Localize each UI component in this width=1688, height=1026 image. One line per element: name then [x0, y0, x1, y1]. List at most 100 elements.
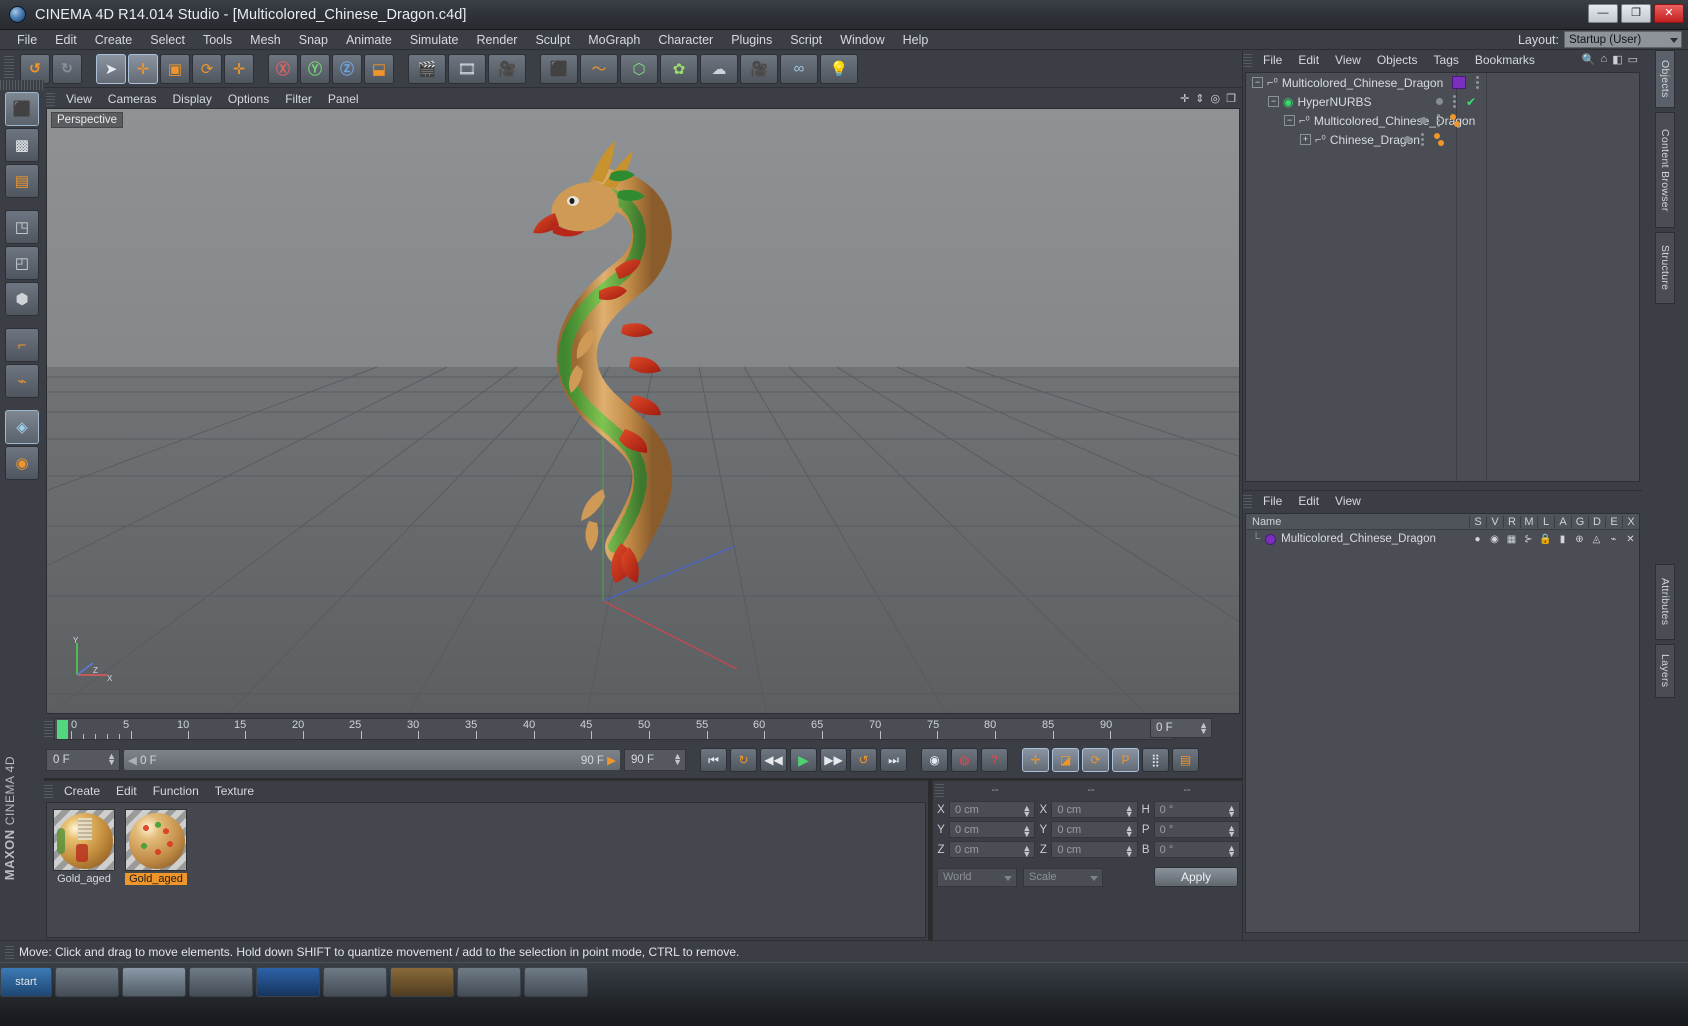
expander-icon[interactable]: −	[1268, 96, 1279, 107]
lock-x-axis-button[interactable]: Ⓧ	[268, 53, 298, 84]
spinner-icon[interactable]: ▲ ▼	[1125, 824, 1134, 839]
end-frame-input[interactable]: 90 F ▲ ▼	[624, 749, 686, 771]
scale-key-button[interactable]: ◪	[1052, 748, 1079, 772]
rotation-p-input[interactable]: 0 ° ▲ ▼	[1153, 821, 1240, 839]
taskbar-item[interactable]	[189, 967, 253, 997]
object-row-chinese-dragon[interactable]: + ⌐⁰ Chinese_Dragon	[1246, 130, 1639, 149]
apply-button[interactable]: Apply	[1154, 867, 1238, 887]
tab-structure[interactable]: Structure	[1655, 232, 1675, 304]
add-scene-object-button[interactable]: ☁	[700, 53, 738, 84]
menu-create[interactable]: Create	[86, 30, 142, 49]
taskbar-item[interactable]	[524, 967, 588, 997]
timeline-frame-field[interactable]: 0 F ▲ ▼	[1150, 718, 1212, 738]
material-manager-drag-handle[interactable]	[44, 783, 53, 798]
rotation-h-input[interactable]: 0 ° ▲ ▼	[1153, 801, 1240, 819]
live-selection-tool-button[interactable]: ➤	[96, 53, 126, 84]
spinner-icon[interactable]: ▲ ▼	[1022, 804, 1031, 819]
taskbar-item[interactable]	[390, 967, 454, 997]
timeline-playhead[interactable]	[57, 720, 68, 739]
lock-y-axis-button[interactable]: Ⓨ	[300, 53, 330, 84]
menu-tools[interactable]: Tools	[194, 30, 241, 49]
add-deformer-button[interactable]: ✿	[660, 53, 698, 84]
point-level-animation-button[interactable]: ⣿	[1142, 748, 1169, 772]
rotation-b-input[interactable]: 0 ° ▲ ▼	[1153, 841, 1240, 859]
position-z-input[interactable]: 0 cm ▲ ▼	[949, 841, 1036, 859]
visibility-dot-icon[interactable]	[1420, 117, 1427, 124]
free-transform-tool-button[interactable]: ✛	[224, 53, 254, 84]
world-coordinate-system-button[interactable]: ⬓	[364, 53, 394, 84]
add-camera-button[interactable]: 🎥	[740, 53, 778, 84]
spinner-icon[interactable]: ▲ ▼	[1227, 824, 1236, 839]
expander-icon[interactable]: −	[1284, 115, 1295, 126]
object-menu-file[interactable]: File	[1255, 52, 1290, 69]
tab-objects[interactable]: Objects	[1655, 50, 1675, 108]
menu-snap[interactable]: Snap	[290, 30, 337, 49]
redo-button[interactable]: ↻	[52, 53, 82, 84]
workplane-mode-button[interactable]: ▤	[5, 164, 39, 198]
coordinate-mode-select[interactable]: Scale	[1023, 867, 1103, 887]
current-frame-input[interactable]: 0 F ▲ ▼	[46, 749, 120, 771]
render-region-button[interactable]: 🎞	[448, 53, 486, 84]
object-row-dragon-mesh[interactable]: − ⌐⁰ Multicolored_Chinese_Dragon	[1246, 111, 1639, 130]
layer-cell-v[interactable]: ◉	[1486, 534, 1503, 545]
enable-deformer-button[interactable]: ⌁	[5, 364, 39, 398]
viewport-menu-filter[interactable]: Filter	[277, 91, 320, 108]
menu-mesh[interactable]: Mesh	[241, 30, 290, 49]
dolly-viewport-icon[interactable]: ⇕	[1195, 92, 1204, 105]
timeline-drag-handle[interactable]	[44, 721, 53, 737]
tab-content-browser[interactable]: Content Browser	[1655, 112, 1675, 228]
orange-material-tag-icon[interactable]	[1434, 133, 1444, 146]
spinner-icon[interactable]: ▲ ▼	[1022, 844, 1031, 859]
viewport-menu-display[interactable]: Display	[164, 91, 219, 108]
layer-table[interactable]: Name S V R M L A G D E X └ Multicolored_…	[1245, 513, 1640, 933]
layer-menu-file[interactable]: File	[1255, 493, 1290, 510]
material-item[interactable]: Gold_aged	[53, 809, 115, 885]
collapse-icon[interactable]: ◧	[1612, 53, 1622, 66]
add-cube-object-button[interactable]: ⬛	[540, 53, 578, 84]
layer-menu-view[interactable]: View	[1327, 493, 1369, 510]
expander-icon[interactable]: +	[1300, 134, 1311, 145]
snap-mode-button[interactable]: ◉	[5, 446, 39, 480]
scale-tool-button[interactable]: ▣	[160, 53, 190, 84]
spinner-icon[interactable]: ▲ ▼	[1125, 804, 1134, 819]
orange-material-tag-icon[interactable]	[1450, 114, 1460, 127]
model-mode-button[interactable]: ⬛	[5, 92, 39, 126]
position-key-button[interactable]: ✛	[1022, 748, 1049, 772]
menu-mograph[interactable]: MoGraph	[579, 30, 649, 49]
layer-cell-r[interactable]: ▦	[1503, 534, 1520, 545]
object-manager-drag-handle[interactable]	[1243, 53, 1252, 67]
taskbar-item[interactable]	[122, 967, 186, 997]
object-menu-bookmarks[interactable]: Bookmarks	[1467, 52, 1543, 69]
material-menu-texture[interactable]: Texture	[207, 782, 262, 799]
object-menu-edit[interactable]: Edit	[1290, 52, 1327, 69]
menu-script[interactable]: Script	[781, 30, 831, 49]
keyframe-selection-button[interactable]: ?	[981, 748, 1008, 772]
expander-icon[interactable]: −	[1252, 77, 1263, 88]
layer-cell-x[interactable]: ✕	[1622, 534, 1639, 545]
material-menu-edit[interactable]: Edit	[108, 782, 145, 799]
viewport-drag-handle[interactable]	[46, 92, 55, 106]
orbit-viewport-icon[interactable]: ◎	[1211, 92, 1221, 105]
green-check-tag-icon[interactable]: ✔	[1466, 95, 1476, 109]
layer-cell-l[interactable]: 🔒	[1537, 534, 1554, 545]
move-tool-button[interactable]: ✛	[128, 53, 158, 84]
render-settings-button[interactable]: 🎥	[488, 53, 526, 84]
menu-render[interactable]: Render	[467, 30, 526, 49]
menu-simulate[interactable]: Simulate	[401, 30, 468, 49]
play-forwards-loop-button[interactable]: ↺	[850, 748, 877, 772]
parameter-key-button[interactable]: P	[1112, 748, 1139, 772]
tab-attributes[interactable]: Attributes	[1655, 564, 1675, 640]
add-tag-button[interactable]: ∞	[780, 53, 818, 84]
tab-layers[interactable]: Layers	[1655, 644, 1675, 698]
menu-character[interactable]: Character	[649, 30, 722, 49]
maximize-viewport-icon[interactable]: ❐	[1226, 92, 1236, 105]
status-bar-drag-handle[interactable]	[5, 944, 14, 959]
rotation-key-button[interactable]: ⟳	[1082, 748, 1109, 772]
layout-select[interactable]: Startup (User)	[1564, 31, 1682, 48]
taskbar-item[interactable]	[55, 967, 119, 997]
record-active-objects-button[interactable]: ◉	[921, 748, 948, 772]
material-menu-create[interactable]: Create	[56, 782, 108, 799]
taskbar-item[interactable]	[323, 967, 387, 997]
expand-icon[interactable]: ▭	[1628, 53, 1638, 66]
position-y-input[interactable]: 0 cm ▲ ▼	[949, 821, 1036, 839]
